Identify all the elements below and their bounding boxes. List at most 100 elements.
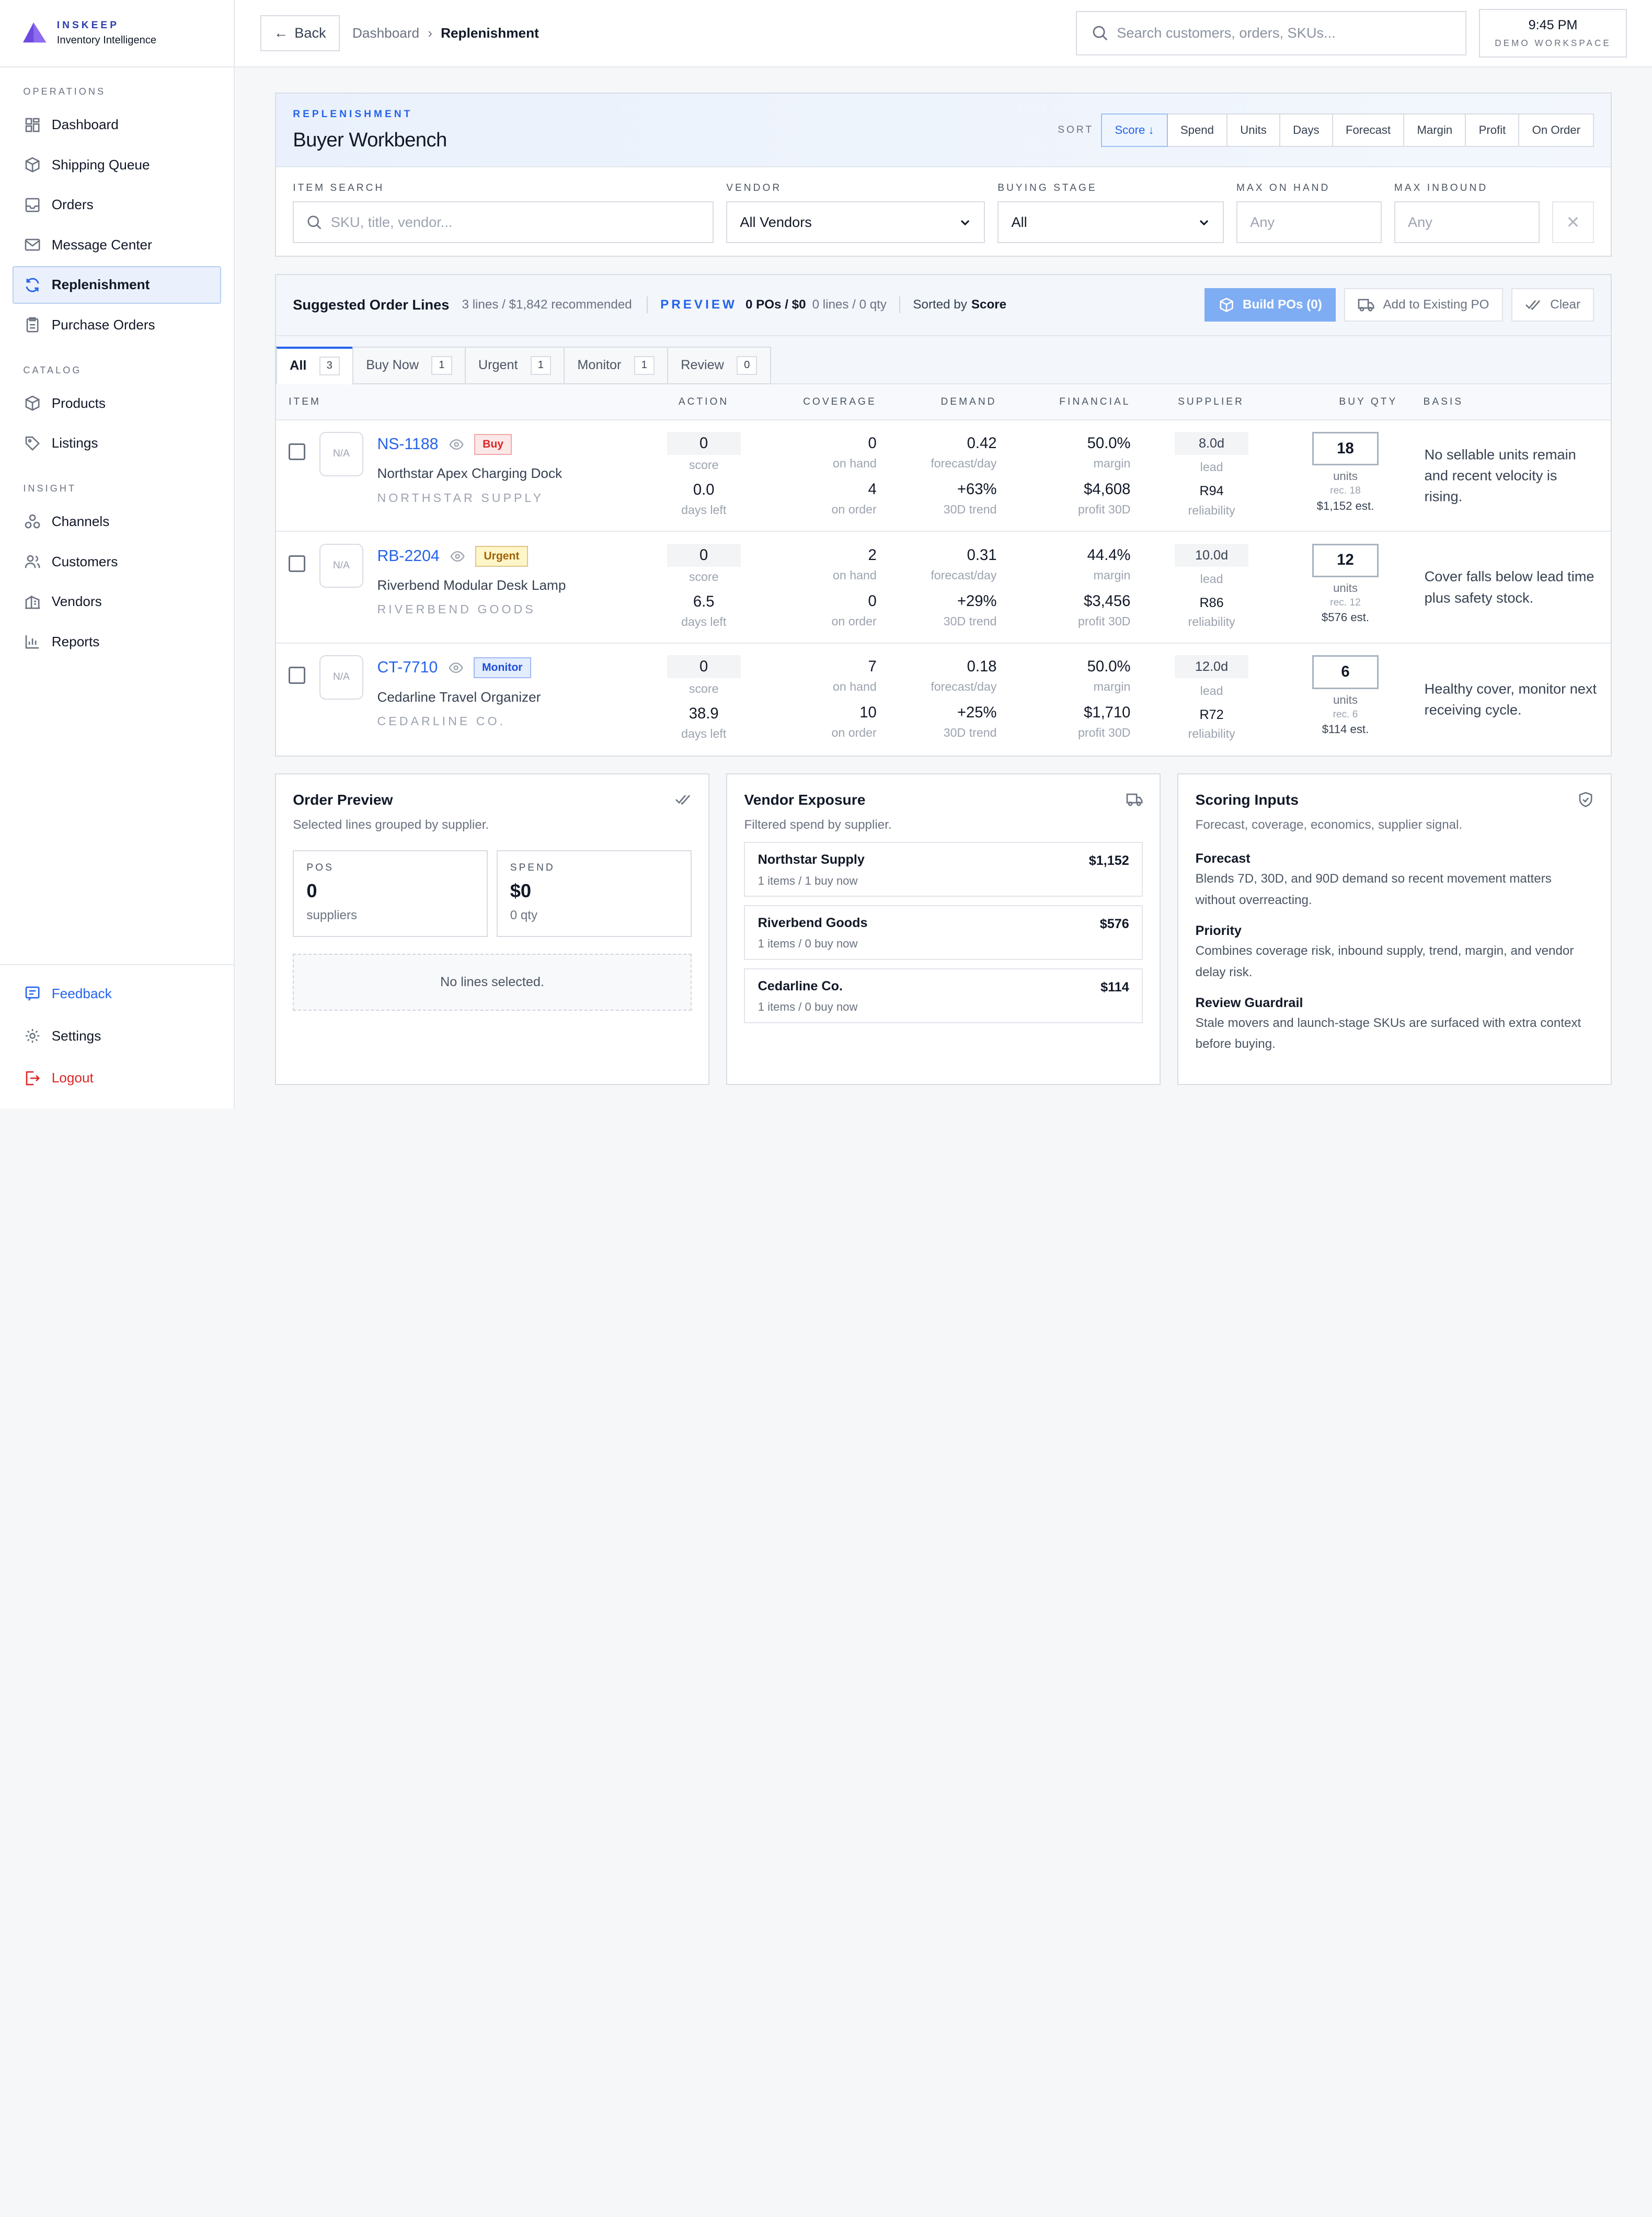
reliability-value: R94 bbox=[1199, 484, 1224, 499]
item-search-input[interactable]: SKU, title, vendor... bbox=[293, 201, 714, 244]
max-inbound-input[interactable]: Any bbox=[1394, 201, 1540, 244]
vendor-amount: $1,152 bbox=[1088, 853, 1129, 868]
brand-logo[interactable]: INSKEEP Inventory Intelligence bbox=[0, 0, 234, 67]
eye-icon[interactable] bbox=[448, 660, 463, 675]
coverage-cell: 0 on hand 4 on order bbox=[832, 435, 877, 517]
action-cell: 0 score 6.5 days left bbox=[666, 543, 742, 630]
arrow-left-icon: ← bbox=[273, 25, 289, 41]
eye-icon[interactable] bbox=[450, 549, 465, 564]
clock-time: 9:45 PM bbox=[1528, 18, 1578, 33]
sidebar-item-channels[interactable]: Channels bbox=[13, 503, 221, 541]
preview-detail: 0 lines / 0 qty bbox=[812, 298, 887, 312]
action-cell: 0 score 0.0 days left bbox=[666, 431, 742, 518]
table-row[interactable]: N/A CT-7710 Monitor Cedarline Travel Organi… bbox=[276, 644, 1611, 756]
clear-selection-button[interactable]: Clear bbox=[1511, 288, 1594, 322]
add-to-existing-po-button[interactable]: Add to Existing PO bbox=[1344, 288, 1503, 322]
sort-spend-button[interactable]: Spend bbox=[1166, 113, 1228, 147]
max-on-hand-input[interactable]: Any bbox=[1236, 201, 1382, 244]
tab-buy-now[interactable]: Buy Now 1 bbox=[352, 346, 466, 385]
vendor-row[interactable]: Northstar Supply 1 items / 1 buy now $1,… bbox=[744, 842, 1143, 897]
order-preview-title: Order Preview bbox=[293, 791, 393, 808]
sidebar-item-reports[interactable]: Reports bbox=[13, 623, 221, 661]
tab-all[interactable]: All 3 bbox=[276, 346, 354, 385]
global-search-input[interactable]: Search customers, orders, SKUs... bbox=[1075, 11, 1467, 55]
clear-filters-button[interactable]: ✕ bbox=[1552, 201, 1594, 244]
sidebar-item-vendors[interactable]: Vendors bbox=[13, 583, 221, 621]
build-pos-button[interactable]: Build POs (0) bbox=[1204, 288, 1336, 322]
row-checkbox[interactable] bbox=[289, 667, 306, 684]
vendor-counts: 1 items / 0 buy now bbox=[758, 1000, 858, 1014]
row-checkbox[interactable] bbox=[289, 443, 306, 461]
vendor-select[interactable]: All Vendors bbox=[726, 201, 985, 244]
buying-stage-label: BUYING STAGE bbox=[997, 182, 1097, 193]
margin-label: margin bbox=[1093, 456, 1131, 471]
sort-days-button[interactable]: Days bbox=[1279, 113, 1333, 147]
eye-icon[interactable] bbox=[449, 437, 464, 452]
scoring-heading: Review Guardrail bbox=[1195, 996, 1303, 1011]
score-label: score bbox=[689, 681, 719, 695]
sidebar-item-orders[interactable]: Orders bbox=[13, 186, 221, 224]
sidebar-item-feedback[interactable]: Feedback bbox=[13, 974, 221, 1014]
vendor-counts: 1 items / 1 buy now bbox=[758, 874, 858, 887]
buying-stage-select[interactable]: All bbox=[997, 201, 1224, 244]
forecast-value: 0.18 bbox=[967, 658, 997, 676]
sidebar-item-replenishment[interactable]: Replenishment bbox=[13, 266, 222, 304]
scoring-heading: Priority bbox=[1195, 923, 1242, 939]
sidebar-item-listings[interactable]: Listings bbox=[13, 425, 221, 463]
table-row[interactable]: N/A NS-1188 Buy Northstar Apex Charging Doc… bbox=[276, 420, 1611, 532]
sku-link[interactable]: CT-7710 bbox=[377, 659, 438, 677]
sku-link[interactable]: NS-1188 bbox=[377, 436, 438, 453]
status-badge: Buy bbox=[474, 433, 512, 455]
vendor-exposure-card: Vendor Exposure Filtered spend by suppli… bbox=[726, 773, 1161, 1085]
buy-qty-input[interactable]: 6 bbox=[1312, 655, 1379, 689]
on-order-value: 0 bbox=[868, 592, 877, 610]
sort-score-button[interactable]: Score ↓ bbox=[1101, 113, 1168, 147]
logout-icon bbox=[26, 1071, 40, 1085]
sidebar-item-shipping-queue[interactable]: Shipping Queue bbox=[13, 146, 221, 184]
row-checkbox[interactable] bbox=[289, 555, 306, 572]
reliability-label: reliability bbox=[1188, 503, 1235, 517]
on-hand-value: 7 bbox=[868, 658, 877, 676]
tab-review[interactable]: Review 0 bbox=[667, 346, 771, 385]
buy-qty-input[interactable]: 12 bbox=[1312, 543, 1379, 578]
col-buy-qty: BUY QTY bbox=[1339, 396, 1398, 407]
on-order-value: 10 bbox=[859, 704, 877, 722]
buy-qty-cell: 12 units rec. 12 $576 est. bbox=[1303, 543, 1387, 625]
status-badge: Urgent bbox=[475, 545, 528, 567]
table-row[interactable]: N/A RB-2204 Urgent Riverbend Modular Desk L… bbox=[276, 532, 1611, 644]
tab-monitor[interactable]: Monitor 1 bbox=[564, 346, 669, 385]
col-basis: BASIS bbox=[1423, 396, 1464, 407]
clear-label: Clear bbox=[1550, 298, 1580, 312]
lead-value: 12.0d bbox=[1175, 655, 1249, 679]
refresh-icon bbox=[26, 278, 39, 292]
inbox-icon bbox=[26, 198, 40, 212]
order-preview-subtitle: Selected lines grouped by supplier. bbox=[293, 818, 489, 832]
sidebar-item-settings[interactable]: Settings bbox=[13, 1016, 221, 1056]
trend-label: 30D trend bbox=[943, 726, 997, 740]
sidebar-item-products[interactable]: Products bbox=[13, 384, 221, 422]
qty-units-label: units bbox=[1333, 693, 1358, 706]
back-button[interactable]: ← Back bbox=[260, 15, 340, 51]
sidebar-item-customers[interactable]: Customers bbox=[13, 543, 221, 581]
vendor-filter: VENDOR All Vendors bbox=[726, 182, 985, 244]
margin-value: 50.0% bbox=[1087, 658, 1131, 676]
breadcrumb-dashboard[interactable]: Dashboard bbox=[352, 25, 419, 41]
buy-qty-input[interactable]: 18 bbox=[1312, 431, 1379, 466]
sort-forecast-button[interactable]: Forecast bbox=[1332, 113, 1405, 147]
days-left-label: days left bbox=[681, 503, 727, 517]
sidebar-item-message-center[interactable]: Message Center bbox=[13, 226, 221, 264]
vendor-row[interactable]: Riverbend Goods 1 items / 0 buy now $576 bbox=[744, 905, 1143, 960]
sidebar-item-logout[interactable]: Logout bbox=[13, 1058, 221, 1098]
sidebar-item-dashboard[interactable]: Dashboard bbox=[13, 106, 221, 144]
vendor-row[interactable]: Cedarline Co. 1 items / 0 buy now $114 bbox=[744, 968, 1143, 1023]
days-left-label: days left bbox=[681, 726, 727, 740]
action-cell: 0 score 38.9 days left bbox=[666, 655, 742, 741]
sort-on-order-button[interactable]: On Order bbox=[1518, 113, 1594, 147]
sort-profit-button[interactable]: Profit bbox=[1465, 113, 1520, 147]
sidebar-item-purchase-orders[interactable]: Purchase Orders bbox=[13, 306, 221, 344]
sku-link[interactable]: RB-2204 bbox=[377, 547, 439, 565]
sort-margin-button[interactable]: Margin bbox=[1403, 113, 1466, 147]
sort-units-button[interactable]: Units bbox=[1226, 113, 1280, 147]
double-check-icon bbox=[1525, 300, 1541, 311]
tab-urgent[interactable]: Urgent 1 bbox=[464, 346, 565, 385]
